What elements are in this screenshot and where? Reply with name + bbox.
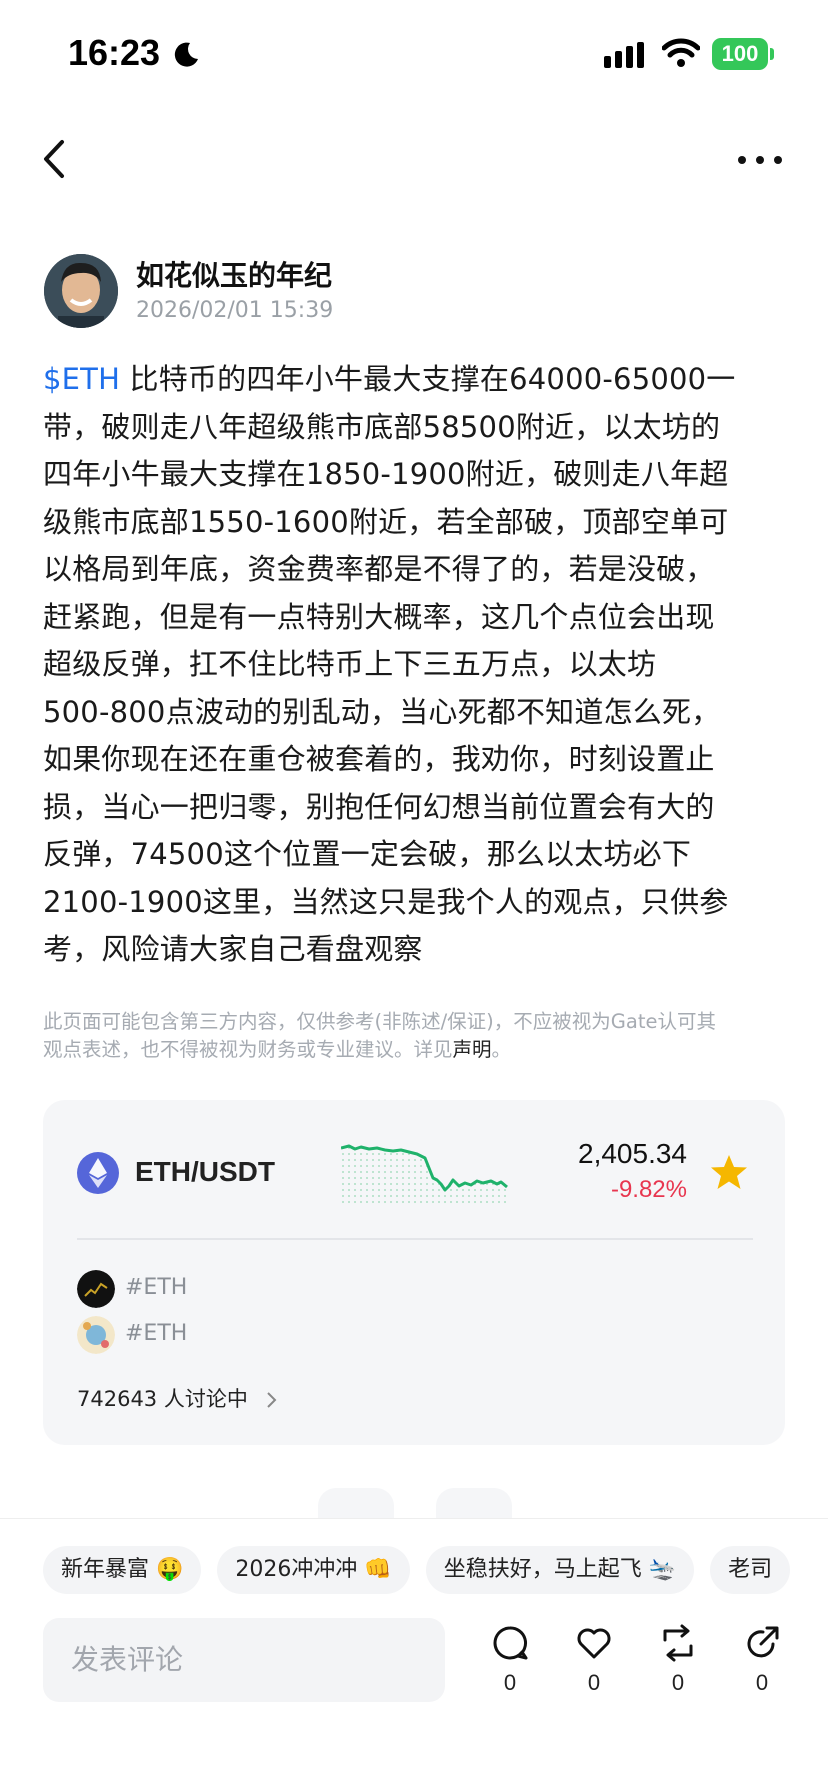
disclaimer-link[interactable]: 声明 [453, 1038, 492, 1061]
post-line: 损，当心一把归零，别抱任何幻想当前位置会有大的 [43, 789, 715, 824]
pair-price: 2,405.34 [578, 1138, 687, 1169]
status-bar: 16:23 100 [0, 0, 828, 110]
chevron-right-icon [266, 1392, 276, 1408]
quick-reply-chip[interactable]: 新年暴富 🤑 [43, 1546, 202, 1594]
quick-reply-chip[interactable]: 坐稳扶好，马上起飞 🛬 [425, 1546, 695, 1594]
repost-icon [663, 1624, 693, 1662]
quick-reply-chip[interactable]: 2026冲冲冲 👊 [217, 1546, 410, 1594]
signal-icon [604, 42, 644, 68]
comment-count: 0 [503, 1670, 517, 1695]
post-tag-eth[interactable]: $ETH [43, 362, 120, 396]
post-line: $ETH 比特币的四年小牛最大支撑在64000-65000一 [43, 362, 736, 396]
pair-change: -9.82% [610, 1176, 687, 1203]
quick-reply-chip[interactable]: 老司 [710, 1546, 791, 1594]
comment-input[interactable]: 发表评论 [43, 1618, 445, 1702]
post-line: 带，破则走八年超级熊市底部58500附近，以太坊的 [43, 409, 721, 444]
topic-tag[interactable]: #ETH [125, 1321, 187, 1346]
repost-button[interactable]: 0 [648, 1620, 708, 1710]
post-line: 四年小牛最大支撑在1850-1900附近，破则走八年超 [43, 457, 729, 491]
pair-name: ETH/USDT [135, 1156, 275, 1187]
topic-avatar[interactable] [77, 1316, 115, 1354]
heart-icon [577, 1628, 611, 1659]
price-sparkline [341, 1144, 508, 1204]
status-time: 16:23 [68, 32, 161, 73]
quick-reply-chips: 新年暴富 🤑 2026冲冲冲 👊 坐稳扶好，马上起飞 🛬 老司 [43, 1546, 828, 1594]
post-line: 500-800点波动的别乱动，当心死都不知道怎么死， [43, 694, 721, 729]
repost-count: 0 [671, 1670, 685, 1695]
post-line: 如果你现在还在重仓被套着的，我劝你，时刻设置止 [43, 742, 715, 776]
share-count: 0 [755, 1670, 769, 1695]
disclaimer: 此页面可能包含第三方内容，仅供参考(非陈述/保证)，不应被视为Gate认可其 观… [43, 1010, 716, 1061]
post-line: 反弹，74500这个位置一定会破，那么以太坊必下 [43, 837, 692, 871]
floating-action-button[interactable] [318, 1488, 394, 1518]
comment-icon [493, 1626, 528, 1660]
discussion-count[interactable]: 742643 人讨论中 [77, 1383, 279, 1413]
post-timestamp: 2026/02/01 15:39 [136, 298, 334, 323]
card-divider [77, 1238, 753, 1240]
battery-icon: 100 [712, 38, 768, 70]
share-icon [747, 1626, 779, 1658]
comment-button[interactable]: 0 [480, 1620, 540, 1710]
eth-logo-icon [77, 1152, 119, 1194]
star-icon[interactable] [709, 1152, 749, 1192]
like-button[interactable]: 0 [564, 1620, 624, 1710]
share-button[interactable]: 0 [732, 1620, 792, 1710]
post-line: 2100-1900这里，当然这只是我个人的观点，只供参 [43, 884, 729, 919]
post-content: $ETH 比特币的四年小牛最大支撑在64000-65000一 带，破则走八年超级… [43, 356, 783, 974]
more-icon[interactable] [736, 148, 784, 172]
post-line: 考，风险请大家自己看盘观察 [43, 932, 423, 966]
author-avatar[interactable] [44, 254, 118, 328]
topic-tag[interactable]: #ETH [125, 1275, 187, 1300]
back-icon[interactable] [36, 134, 76, 184]
post-line: 级熊市底部1550-1600附近，若全部破，顶部空单可 [43, 504, 729, 539]
market-card[interactable]: ETH/USDT 2,405.34 -9.82% #ETH #ETH 74264… [43, 1100, 785, 1445]
post-line: 赶紧跑，但是有一点特别大概率，这几个点位会出现 [43, 599, 715, 634]
post-line: 超级反弹，扛不住比特币上下三五万点，以太坊 [43, 647, 657, 681]
post-line: 以格局到年底，资金费率都是不得了的，若是没破， [43, 552, 715, 586]
floating-action-button[interactable] [436, 1488, 512, 1518]
topic-avatar[interactable] [77, 1270, 115, 1308]
like-count: 0 [587, 1670, 601, 1695]
moon-icon [174, 42, 198, 67]
wifi-icon [662, 38, 700, 67]
author-name[interactable]: 如花似玉的年纪 [136, 254, 332, 294]
battery-cap [770, 48, 774, 60]
